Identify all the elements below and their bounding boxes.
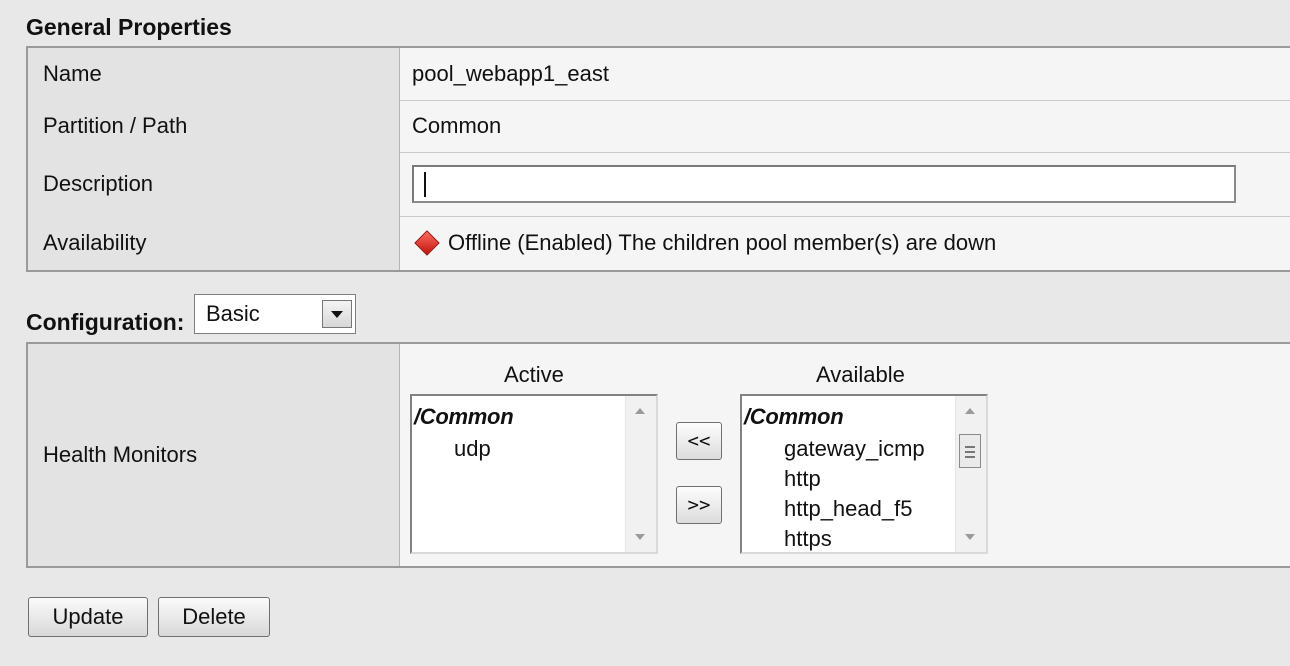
name-row: Name pool_webapp1_east: [28, 48, 1290, 101]
health-monitors-cell: Active Available /Common udp << >> /Comm…: [400, 344, 1290, 566]
scroll-up-icon[interactable]: [635, 408, 645, 414]
description-row: Description: [28, 152, 1290, 217]
available-list-title: Available: [816, 362, 905, 387]
configuration-select[interactable]: Basic: [194, 294, 356, 334]
scroll-down-icon[interactable]: [635, 534, 645, 540]
availability-cell: Offline (Enabled) The children pool memb…: [400, 216, 1290, 270]
general-properties-title: General Properties: [26, 14, 232, 40]
scroll-down-icon[interactable]: [965, 534, 975, 540]
health-monitors-label: Health Monitors: [28, 344, 400, 566]
available-list-scrollbar[interactable]: [955, 396, 986, 552]
available-group-label: /Common: [744, 404, 844, 429]
available-monitors-list[interactable]: /Common gateway_icmp http http_head_f5 h…: [740, 394, 988, 554]
update-button[interactable]: Update: [28, 597, 148, 637]
list-item[interactable]: https: [784, 526, 832, 552]
configuration-label: Configuration:: [26, 309, 185, 335]
description-label: Description: [28, 152, 400, 216]
availability-label: Availability: [28, 216, 400, 270]
availability-row: Availability Offline (Enabled) The child…: [28, 216, 1290, 270]
active-monitors-list[interactable]: /Common udp: [410, 394, 658, 554]
name-label: Name: [28, 48, 400, 100]
list-item[interactable]: http_head_f5: [784, 496, 912, 522]
description-cell: [400, 152, 1290, 216]
partition-label: Partition / Path: [28, 100, 400, 152]
active-group-label: /Common: [414, 404, 514, 429]
partition-row: Partition / Path Common: [28, 100, 1290, 153]
active-list-scrollbar[interactable]: [625, 396, 656, 552]
move-to-active-button[interactable]: <<: [676, 422, 722, 460]
general-properties-table: Name pool_webapp1_east Partition / Path …: [26, 46, 1290, 272]
health-monitors-table: Health Monitors Active Available /Common…: [26, 342, 1290, 568]
move-to-available-button[interactable]: >>: [676, 486, 722, 524]
list-item[interactable]: gateway_icmp: [784, 436, 925, 462]
red-diamond-icon: [414, 230, 440, 256]
scroll-up-icon[interactable]: [965, 408, 975, 414]
text-caret: [424, 172, 426, 197]
active-list-title: Active: [504, 362, 564, 387]
list-item[interactable]: http: [784, 466, 821, 492]
scroll-thumb[interactable]: [959, 434, 981, 468]
delete-button[interactable]: Delete: [158, 597, 270, 637]
description-input[interactable]: [412, 165, 1236, 203]
name-value: pool_webapp1_east: [412, 61, 609, 86]
list-item[interactable]: udp: [454, 436, 491, 462]
chevron-down-icon[interactable]: [322, 300, 352, 328]
availability-value: Offline (Enabled) The children pool memb…: [448, 230, 997, 255]
partition-value: Common: [412, 113, 502, 138]
configuration-selected-value: Basic: [206, 301, 260, 326]
